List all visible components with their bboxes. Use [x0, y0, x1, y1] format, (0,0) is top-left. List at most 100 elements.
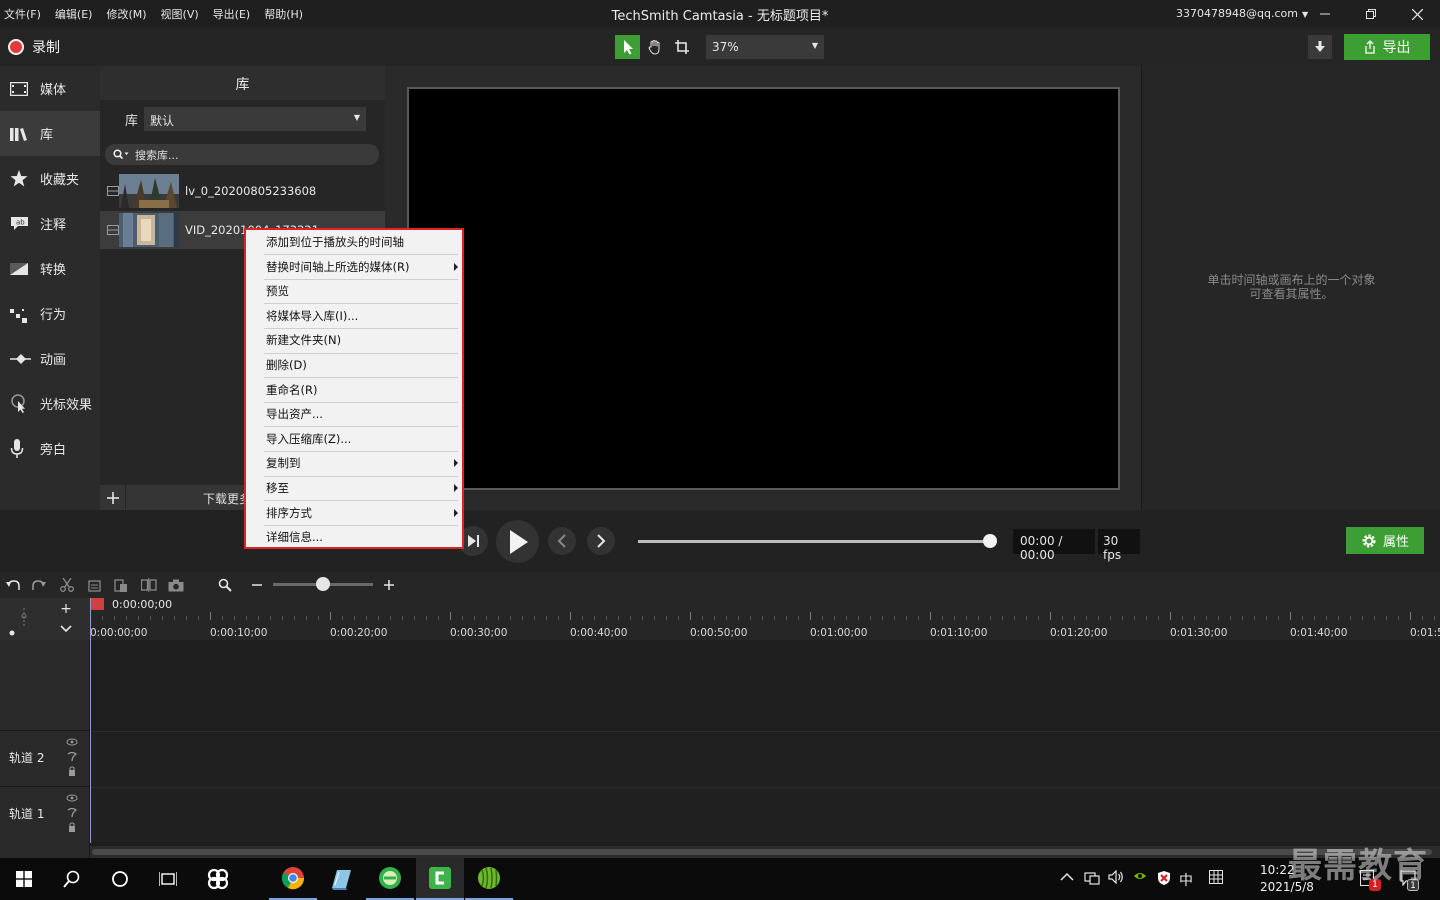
collapse-tracks-button[interactable] [52, 620, 80, 638]
network-icon[interactable] [1084, 870, 1100, 890]
play-button[interactable] [496, 520, 539, 563]
sidebar-item-behaviors[interactable]: 行为 [0, 291, 100, 336]
preview-canvas[interactable] [407, 87, 1120, 490]
zoom-in-button[interactable] [381, 577, 397, 593]
add-button[interactable] [100, 485, 126, 510]
menu-edit[interactable]: 编辑(E) [55, 6, 93, 22]
track-header[interactable]: 轨道 2 [0, 730, 90, 785]
pan-tool-button[interactable] [642, 35, 667, 59]
search-button[interactable] [48, 858, 96, 900]
playhead-handle[interactable] [90, 598, 104, 610]
ruler-tick [1410, 612, 1411, 620]
sidebar-item-animations[interactable]: 动画 [0, 336, 100, 381]
volume-icon[interactable] [1108, 869, 1124, 888]
start-button[interactable] [0, 858, 48, 900]
record-button[interactable]: 录制 [8, 37, 60, 57]
download-button[interactable] [1308, 35, 1332, 59]
taskbar-app-green-circle[interactable] [366, 858, 414, 900]
context-menu-item[interactable]: 详细信息... [246, 525, 462, 549]
menu-view[interactable]: 视图(V) [161, 6, 199, 22]
context-menu-item[interactable]: 将媒体导入库(I)... [246, 304, 462, 328]
sidebar-item-annotations[interactable]: ab 注释 [0, 201, 100, 246]
cut-button[interactable] [59, 577, 75, 593]
track-lane[interactable] [90, 787, 1440, 842]
timeline-ruler[interactable]: 0:00:00;00 0:00:10;00 0:00:20;00 0:00:30;00… [90, 598, 1440, 640]
sidebar-item-media[interactable]: 媒体 [0, 66, 100, 111]
ime-mode-icon[interactable] [1209, 870, 1223, 888]
menu-modify[interactable]: 修改(M) [106, 6, 146, 22]
track-header[interactable]: 轨道 1 [0, 786, 90, 841]
playhead-line[interactable] [90, 598, 91, 843]
security-shield-icon[interactable] [1157, 870, 1171, 890]
context-menu-item[interactable]: 预览 [246, 279, 462, 303]
taskbar-app-melon[interactable] [465, 858, 513, 900]
track-visibility-lock-icons[interactable] [66, 793, 78, 835]
context-menu-item[interactable]: 复制到 [246, 451, 462, 475]
playback-scrubber-track[interactable] [638, 540, 990, 543]
library-item[interactable]: lv_0_20200805233608 [100, 172, 385, 210]
tray-overflow-icon[interactable] [1060, 870, 1074, 886]
taskbar-app-book[interactable] [317, 858, 365, 900]
sidebar-item-favorites[interactable]: 收藏夹 [0, 156, 100, 201]
context-menu-item[interactable]: 替换时间轴上所选的媒体(R) [246, 255, 462, 279]
undo-button[interactable] [5, 577, 21, 593]
timeline-zoom-handle[interactable] [316, 577, 330, 591]
snapshot-button[interactable] [168, 577, 184, 593]
context-menu-item-label: 替换时间轴上所选的媒体(R) [266, 259, 410, 274]
magnet-snap-icon[interactable] [8, 604, 30, 636]
context-menu-item[interactable]: 删除(D) [246, 353, 462, 377]
nvidia-icon[interactable] [1133, 870, 1147, 886]
select-tool-button[interactable] [615, 35, 640, 59]
taskbar-app-camtasia[interactable] [416, 858, 464, 900]
paste-button[interactable] [113, 577, 129, 593]
timeline-tracks[interactable] [90, 640, 1440, 843]
context-menu-item[interactable]: 排序方式 [246, 501, 462, 525]
task-view-button[interactable] [144, 858, 192, 900]
properties-panel: 单击时间轴或画布上的一个对象 可查看其属性。 [1141, 66, 1440, 510]
ime-indicator[interactable]: 中 [1179, 870, 1193, 890]
context-menu-item[interactable]: 重命名(R) [246, 378, 462, 402]
properties-button[interactable]: 属性 [1346, 527, 1424, 554]
library-search-input[interactable]: 搜索库... [105, 144, 379, 165]
menu-help[interactable]: 帮助(H) [264, 6, 303, 22]
taskbar-app-pinwheel[interactable] [194, 858, 242, 900]
sidebar-item-library[interactable]: 库 [0, 111, 100, 156]
copy-button[interactable] [87, 577, 103, 593]
export-button[interactable]: 导出 [1344, 34, 1430, 60]
track-lane[interactable] [90, 731, 1440, 786]
context-menu-item[interactable]: 添加到位于播放头的时间轴 [246, 230, 462, 254]
sidebar-item-voice-narration[interactable]: 旁白 [0, 426, 100, 471]
account-menu[interactable]: 3370478948@qq.com ▼ [1176, 7, 1308, 20]
menu-export[interactable]: 导出(E) [213, 6, 251, 22]
context-menu-item[interactable]: 导出资产... [246, 402, 462, 426]
add-track-button[interactable]: + [52, 600, 80, 618]
sidebar-item-transitions[interactable]: 转换 [0, 246, 100, 291]
zoom-out-button[interactable] [249, 577, 265, 593]
sidebar-item-cursor-effects[interactable]: 光标效果 [0, 381, 100, 426]
previous-button[interactable] [548, 527, 576, 555]
context-menu-item[interactable]: 新建文件夹(N) [246, 328, 462, 352]
scrollbar-thumb[interactable] [92, 849, 1432, 855]
track-visibility-lock-icons[interactable] [66, 737, 78, 779]
close-button[interactable] [1394, 0, 1440, 28]
redo-button[interactable] [31, 577, 47, 593]
context-menu-item[interactable]: 导入压缩库(Z)... [246, 427, 462, 451]
ruler-tick [450, 612, 451, 620]
next-button[interactable] [587, 527, 615, 555]
zoom-fit-button[interactable] [217, 577, 233, 593]
cortana-button[interactable] [96, 858, 144, 900]
context-menu-item[interactable]: 移至 [246, 476, 462, 500]
taskbar-app-chrome[interactable] [269, 858, 317, 900]
restore-button[interactable] [1348, 0, 1394, 28]
playback-scrubber-handle[interactable] [983, 534, 997, 548]
properties-hint-line: 单击时间轴或画布上的一个对象 [1207, 273, 1376, 287]
timeline-horizontal-scrollbar[interactable] [90, 846, 1440, 858]
crop-tool-button[interactable] [669, 35, 694, 59]
library-dropdown[interactable]: 默认 ▼ [144, 107, 367, 131]
split-button[interactable] [141, 577, 157, 593]
ruler-tick [822, 616, 823, 620]
minimize-button[interactable] [1302, 0, 1348, 28]
zoom-select[interactable]: 37% ▼ [706, 35, 824, 59]
system-clock[interactable]: 10:22 2021/5/8 [1260, 862, 1314, 896]
menu-file[interactable]: 文件(F) [4, 6, 41, 22]
